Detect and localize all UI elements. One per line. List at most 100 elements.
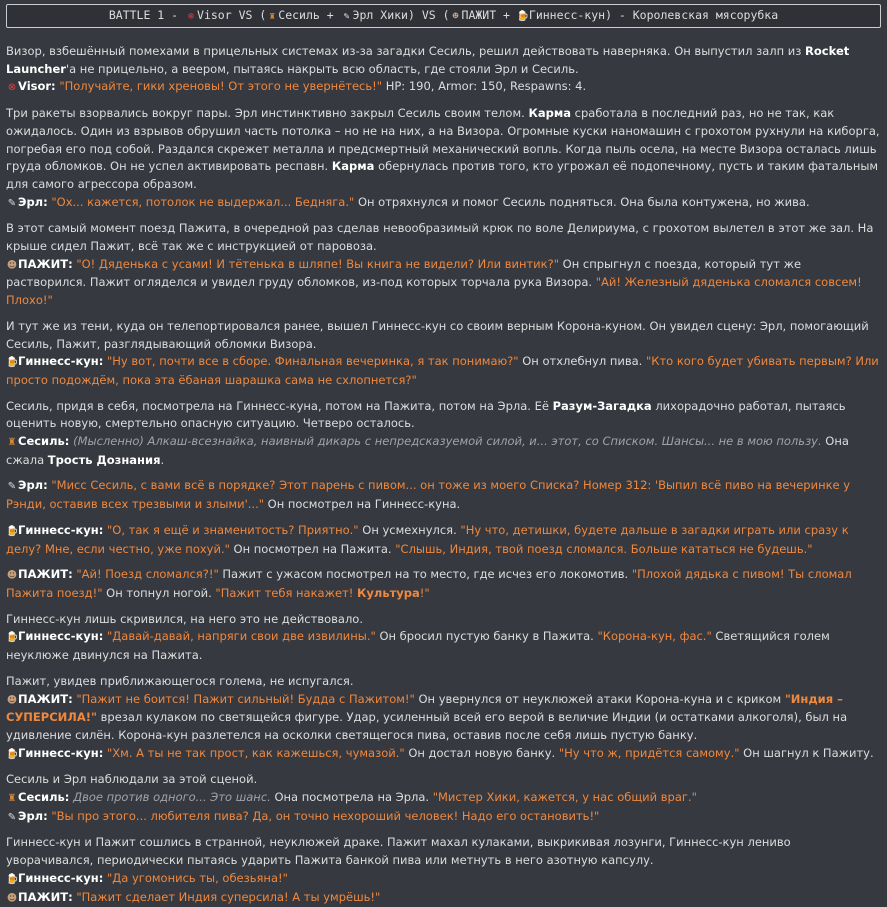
beer-icon: 🍺 [6,632,19,644]
cecil-icon: ♜ [7,793,17,805]
pazhit-icon: ☻ [6,694,18,706]
cecil-icon: ♜ [269,11,276,22]
speaker-or-term: Эрл: [18,478,48,493]
message-line: ♜ Сесиль: (Мысленно) Алкаш-всезнайка, наи… [6,433,881,469]
earl-icon: ✎ [7,197,17,209]
quote-text: "Да угомонись ты, обезьяна!" [107,870,288,885]
message-line: ☻ПАЖИТ: "Ай! Поезд сломался?!" Пажит с у… [6,566,881,602]
message-line: ✎ Эрл: "Ох... кажется, потолок не выдержа… [6,194,881,213]
speaker-or-term: Visor: [18,79,56,94]
narration-text: Он топнул ногой. [102,585,216,600]
narration-text: Он шагнул к Пажиту. [739,745,874,760]
speaker-or-term: Эрл: [18,808,48,823]
quote-text: Культура [357,585,420,600]
quote-text: "Слышь, Индия, твой поезд сломался. Боль… [395,541,813,556]
speaker-or-term: Сесиль: [18,790,70,805]
message-line: Три ракеты взорвались вокруг пары. Эрл и… [6,105,881,194]
quote-text: "Ох... кажется, потолок не выдержал... Б… [51,194,355,209]
message-line: В этот самый момент поезд Пажита, в очер… [6,220,881,255]
narration-text: Сесиль, придя в себя, посмотрела на Гинн… [6,398,553,413]
speaker-or-term: Гиннесс-кун: [18,522,104,537]
narration-text: Он достал новую банку. [404,745,559,760]
team2-label: ПАЖИТ + [461,8,517,22]
speaker-or-term: ПАЖИТ: [18,691,73,706]
quote-text: "Получайте, гики хреновы! От этого не ув… [59,79,383,94]
quote-text: "О, так я ещё и знаменитость? Приятно." [107,522,359,537]
narration-text: Гиннесс-кун лишь скривился, на него это … [6,611,363,626]
narration-text: Он усмехнулся. [358,522,461,537]
beer-icon: 🍺 [6,357,19,369]
team1-label: Сесиль + [278,8,341,22]
quote-text: "Давай-давай, напряги свои две извилины.… [107,629,376,644]
quote-text: "Вы про этого... любителя пива? Да, он т… [51,808,600,823]
narration-text: . [160,452,165,467]
speaker-or-term: ПАЖИТ: [18,889,73,904]
chat-log: BATTLE 1 - ⊗ Visor VS (♜ Сесиль + ✎ Эрл Хик… [0,0,887,907]
message-line: И тут же из тени, куда он телепортировал… [6,318,881,353]
message-line: Сесиль и Эрл наблюдали за этой сценой. [6,771,881,789]
message-line: ✎ Эрл: "Вы про этого... любителя пива? Да… [6,808,881,827]
narration-text: Пажит, увидев приближающегося голема, не… [6,673,354,688]
speaker-or-term: ПАЖИТ: [18,256,73,271]
message-line: Пажит, увидев приближающегося голема, не… [6,673,881,691]
narration-text: В этот самый момент поезд Пажита, в очер… [6,221,874,254]
quote-text: "О! Дяденька с усами! И тётенька в шляпе… [76,256,559,271]
team2b-label: Гиннесс-кун) - Королевская мясорубка [528,8,779,22]
quote-text: "Корона-кун, фас." [597,629,712,644]
message-line: ✎ Эрл: "Мисс Сесиль, с вами всё в порядке… [6,477,881,513]
message-line: 🍺Гиннесс-кун: "Да угомонись ты, обезьяна… [6,870,881,889]
earl-icon: ✎ [7,811,17,823]
thought-text: Двое против одного... Это шанс. [73,790,271,805]
speaker-or-term: Гиннесс-кун: [18,870,104,885]
speaker-or-term: Гиннесс-кун: [18,629,104,644]
earl-icon: ✎ [7,481,17,493]
speaker-or-term: Карма [528,106,571,121]
message-line: Гиннесс-кун лишь скривился, на него это … [6,611,881,629]
narration-text: Три ракеты взорвались вокруг пары. Эрл и… [6,106,529,121]
thought-text: (Мысленно) Алкаш-всезнайка, наивный дика… [73,434,822,449]
quote-text: "Ну вот, почти все в сборе. Финальная ве… [107,354,519,369]
vs-label: VS ( [231,8,267,22]
speaker-or-term: ПАЖИТ: [18,567,73,582]
message-line: Сесиль, придя в себя, посмотрела на Гинн… [6,398,881,433]
narration-text: HP: 190, Armor: 150, Respawns: 4. [382,79,587,94]
message-line: ☻ПАЖИТ: "О! Дяденька с усами! И тётенька… [6,256,881,310]
battle-header: BATTLE 1 - ⊗ Visor VS (♜ Сесиль + ✎ Эрл Хик… [6,4,881,28]
quote-text: !" [419,585,430,600]
speaker-or-term: Гиннесс-кун: [18,354,104,369]
message-line: ♜ Сесиль: Двое против одного... Это шанс.… [6,789,881,808]
beer-icon: 🍺 [6,525,19,537]
message-line: Гиннесс-кун и Пажит сошлись в странной, … [6,834,881,869]
pazhit-icon: ☻ [6,570,18,582]
visor-icon: ⊗ [188,11,195,22]
speaker-or-term: Трость Дознания [47,452,161,467]
narration-text: Он посмотрел на Пажита. [229,541,396,556]
visor-name: Visor [197,8,232,22]
message-line: 🍺Гиннесс-кун: "Давай-давай, напряги свои… [6,628,881,664]
quote-text: "Хм. А ты не так прост, как кажешься, чу… [107,745,405,760]
speaker-or-term: Карма [331,159,375,174]
message-line: Визор, взбешённый помехами в прицельных … [6,43,881,78]
pazhit-icon: ☻ [6,892,18,904]
narration-text: 'а не прицельно, а веером, пытаясь накры… [65,61,579,76]
quote-text: "Пажит тебя накажет! [215,585,357,600]
message-line: ⊗ Visor: "Получайте, гики хреновы! От это… [6,78,881,97]
narration-text: Она посмотрела на Эрла. [270,790,433,805]
message-line: 🍺Гиннесс-кун: "Хм. А ты не так прост, ка… [6,745,881,764]
pazhit-icon: ☻ [452,11,459,22]
beer-icon: 🍺 [6,748,19,760]
narration-text: Он бросил пустую банку в Пажита. [375,629,598,644]
quote-text: "Мистер Хики, кажется, у нас общий враг.… [432,790,697,805]
visor-icon: ⊗ [7,82,17,94]
narration-text: врезал кулаком по светящейся фигуре. Уда… [6,710,848,742]
narration-text: Пажит с ужасом посмотрел на то место, гд… [218,567,632,582]
speaker-or-term: Гиннесс-кун: [18,745,104,760]
narration-text: Сесиль и Эрл наблюдали за этой сценой. [6,772,258,787]
cecil-icon: ♜ [7,437,17,449]
speaker-or-term: Эрл: [18,194,48,209]
guinness-icon: 🍺 [516,11,530,22]
narration-text: И тут же из тени, куда он телепортировал… [6,318,869,351]
pazhit-icon: ☻ [6,259,18,271]
narration-text: Гиннесс-кун и Пажит сошлись в странной, … [6,835,791,868]
narration-text: Он отхлебнул пива. [518,354,646,369]
